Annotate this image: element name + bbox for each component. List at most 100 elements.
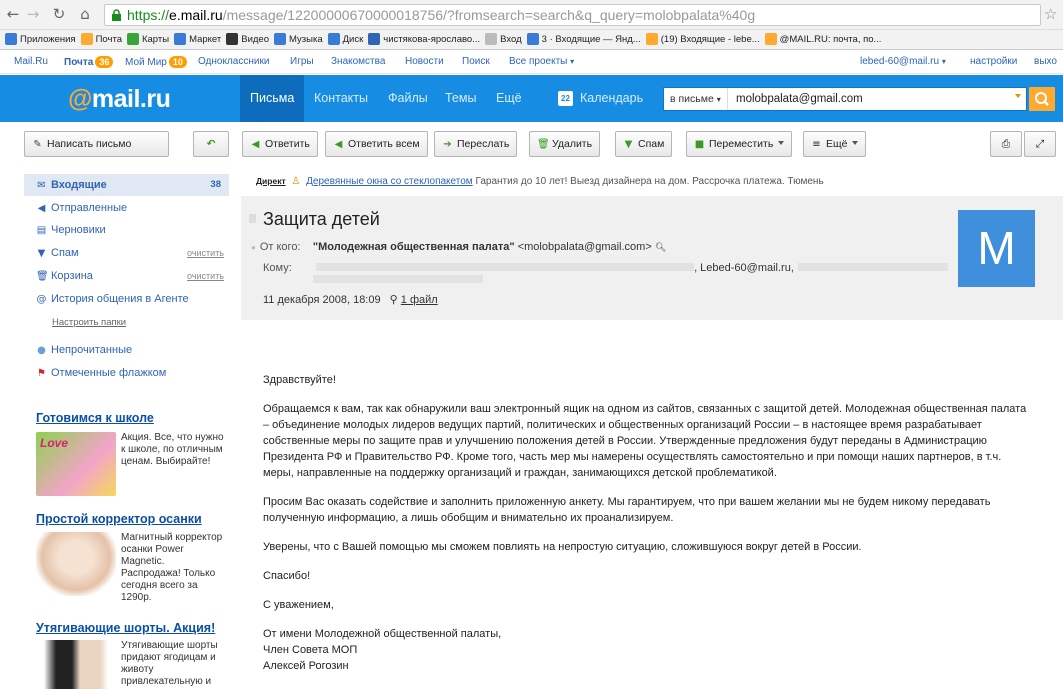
back-arrow-icon[interactable]: ←	[4, 5, 22, 23]
nav-temy[interactable]: Темы	[435, 75, 486, 122]
attachment-link[interactable]: 1 файл	[401, 294, 438, 306]
bookmark-item[interactable]: 3 · Входящие — Янд...	[526, 30, 641, 49]
move-button[interactable]: ■ Переместить	[686, 131, 793, 157]
search-icon[interactable]: 🔍︎	[655, 242, 666, 252]
from-row: ● От кого: "Молодежная общественная палат…	[251, 241, 666, 253]
reply-button[interactable]: ◀ Ответить	[242, 131, 318, 157]
exit-link[interactable]: выхо	[1034, 56, 1057, 67]
recipients-redacted-2	[797, 263, 948, 271]
forward-arrow-icon[interactable]: →	[24, 5, 42, 23]
from-email[interactable]: <molobpalata@gmail.com>	[518, 241, 652, 253]
lock-icon	[112, 9, 121, 21]
nav-faily[interactable]: Файлы	[378, 75, 438, 122]
bookmark-item[interactable]: @MAIL.RU: почта, по...	[764, 30, 882, 49]
address-bar[interactable]: https://e.mail.ru/message/12200000670000…	[104, 4, 1041, 26]
vse-proekty-label: Все проекты	[509, 56, 568, 67]
bookmark-item[interactable]: (19) Входящие - lebe...	[645, 30, 760, 49]
bookmark-item[interactable]: Музыка	[274, 30, 323, 49]
bookmark-item[interactable]: Почта	[80, 30, 122, 49]
nav-pisma[interactable]: Письма	[240, 75, 305, 122]
agent-icon: @	[36, 294, 47, 305]
ad-image-3[interactable]	[36, 640, 116, 689]
bookmark-item[interactable]: Видео	[226, 30, 269, 49]
ad-title-3[interactable]: Утягивающие шорты. Акция!	[36, 621, 215, 635]
search-input[interactable]	[736, 88, 1006, 110]
nav-eshe[interactable]: Ещё	[486, 75, 532, 122]
bookmark-favicon-icon	[174, 33, 187, 45]
reload-icon[interactable]: ↻	[50, 5, 68, 23]
logo-text: mail.ru	[91, 85, 171, 113]
bookmark-item[interactable]: Карты	[126, 30, 169, 49]
direct-ad-link[interactable]: Деревянные окна со стеклопакетом	[306, 176, 473, 187]
bookmark-item[interactable]: Вход	[485, 30, 522, 49]
ad-title-1[interactable]: Готовимся к школе	[36, 411, 154, 425]
setup-folders-link[interactable]: Настроить папки	[52, 312, 126, 334]
from-name[interactable]: "Молодежная общественная палата"	[313, 241, 515, 253]
more-button[interactable]: ≡ Ещё	[803, 131, 867, 157]
ad-image-1[interactable]: Love	[36, 432, 116, 496]
mailru-logo[interactable]: @mail.ru	[68, 85, 171, 114]
folder-spam[interactable]: ▼ Спам очистить	[36, 242, 229, 264]
spam-clean-link[interactable]: очистить	[187, 242, 224, 264]
portal-link-mailru[interactable]: Mail.Ru	[14, 56, 48, 67]
to-visible[interactable]: , Lebed-60@mail.ru,	[694, 262, 794, 274]
direct-label[interactable]: Директ	[256, 176, 286, 186]
bookmark-item[interactable]: чистякова-ярославо...	[368, 30, 480, 49]
flag-icon[interactable]	[249, 214, 256, 223]
nav-kontakty[interactable]: Контакты	[304, 75, 378, 122]
home-icon[interactable]: ⌂	[76, 5, 94, 23]
portal-link-novosti[interactable]: Новости	[405, 56, 444, 67]
bookmark-favicon-icon	[126, 33, 139, 45]
bookmark-item[interactable]: Диск	[327, 30, 363, 49]
undo-button[interactable]: ↶	[193, 131, 229, 157]
folder-trash-label: Корзина	[51, 270, 93, 282]
folder-agent[interactable]: @ История общения в Агенте	[36, 288, 189, 310]
portal-link-znakomstva[interactable]: Знакомства	[331, 56, 385, 67]
bookmark-label: @MAIL.RU: почта, по...	[779, 34, 882, 45]
portal-link-poisk[interactable]: Поиск	[462, 56, 490, 67]
filter-unread[interactable]: ● Непрочитанные	[36, 339, 132, 361]
chevron-down-icon	[778, 141, 785, 145]
message-header: Защита детей ● От кого: "Молодежная общес…	[241, 196, 1063, 320]
folder-trash[interactable]: 🗑 Корзина очистить	[36, 265, 229, 287]
ad-title-2[interactable]: Простой корректор осанки	[36, 512, 202, 526]
search-dropdown-icon[interactable]	[1015, 94, 1021, 98]
spam-button[interactable]: ▼ Спам	[615, 131, 673, 157]
portal-link-odnoklassniki[interactable]: Одноклассники	[198, 56, 269, 67]
folder-sent[interactable]: ◀ Отправленные	[36, 197, 127, 219]
to-row: Кому: , Lebed-60@mail.ru,	[263, 262, 948, 286]
ad-image-2[interactable]	[36, 532, 116, 596]
user-menu[interactable]: lebed-60@mail.ru ▾	[860, 56, 946, 67]
bookmark-item[interactable]: Маркет	[174, 30, 221, 49]
bookmark-star-icon[interactable]: ☆	[1044, 5, 1057, 23]
url-path: /message/12200000670000018756/?fromsearc…	[222, 7, 756, 23]
delete-button[interactable]: 🗑 Удалить	[529, 131, 601, 157]
search-button[interactable]	[1029, 87, 1055, 111]
nav-calendar[interactable]: Календарь	[570, 75, 653, 122]
trash-clean-link[interactable]: очистить	[187, 265, 224, 287]
forward-button[interactable]: ➔ Переслать	[434, 131, 518, 157]
bookmark-item[interactable]: Приложения	[5, 30, 76, 49]
chevron-down-icon: ▾	[570, 57, 575, 66]
recipients-redacted-3	[313, 275, 483, 283]
ad-text-3: Утягивающие шорты придают ягодицам и жив…	[121, 640, 218, 687]
signature-line: От имени Молодежной общественной палаты,	[263, 628, 502, 640]
folder-inbox[interactable]: ✉ Входящие 38	[24, 174, 229, 196]
bookmark-label: Приложения	[20, 34, 76, 45]
portal-link-igry[interactable]: Игры	[290, 56, 314, 67]
print-button[interactable]: ⎙	[990, 131, 1022, 157]
portal-link-moimir[interactable]: Мой Мир 10	[125, 56, 187, 68]
date-row: 11 декабря 2008, 18:09 ⚲ 1 файл	[263, 293, 438, 306]
folder-drafts[interactable]: ▤ Черновики	[36, 219, 106, 241]
portal-link-pochta[interactable]: Почта 36	[64, 56, 114, 68]
expand-button[interactable]: ⤢	[1024, 131, 1056, 157]
filter-flagged[interactable]: ⚑ Отмеченные флажком	[36, 362, 166, 384]
settings-link[interactable]: настройки	[970, 56, 1017, 67]
sender-avatar: M	[958, 210, 1035, 287]
reply-all-button[interactable]: ◀ Ответить всем	[325, 131, 428, 157]
compose-button[interactable]: ✎ Написать письмо	[24, 131, 169, 157]
bookmark-favicon-icon	[368, 33, 381, 45]
portal-link-vse-proekty[interactable]: Все проекты ▾	[509, 56, 574, 67]
bookmark-favicon-icon	[327, 33, 340, 45]
search-scope-select[interactable]: в письме ▾	[664, 88, 728, 110]
